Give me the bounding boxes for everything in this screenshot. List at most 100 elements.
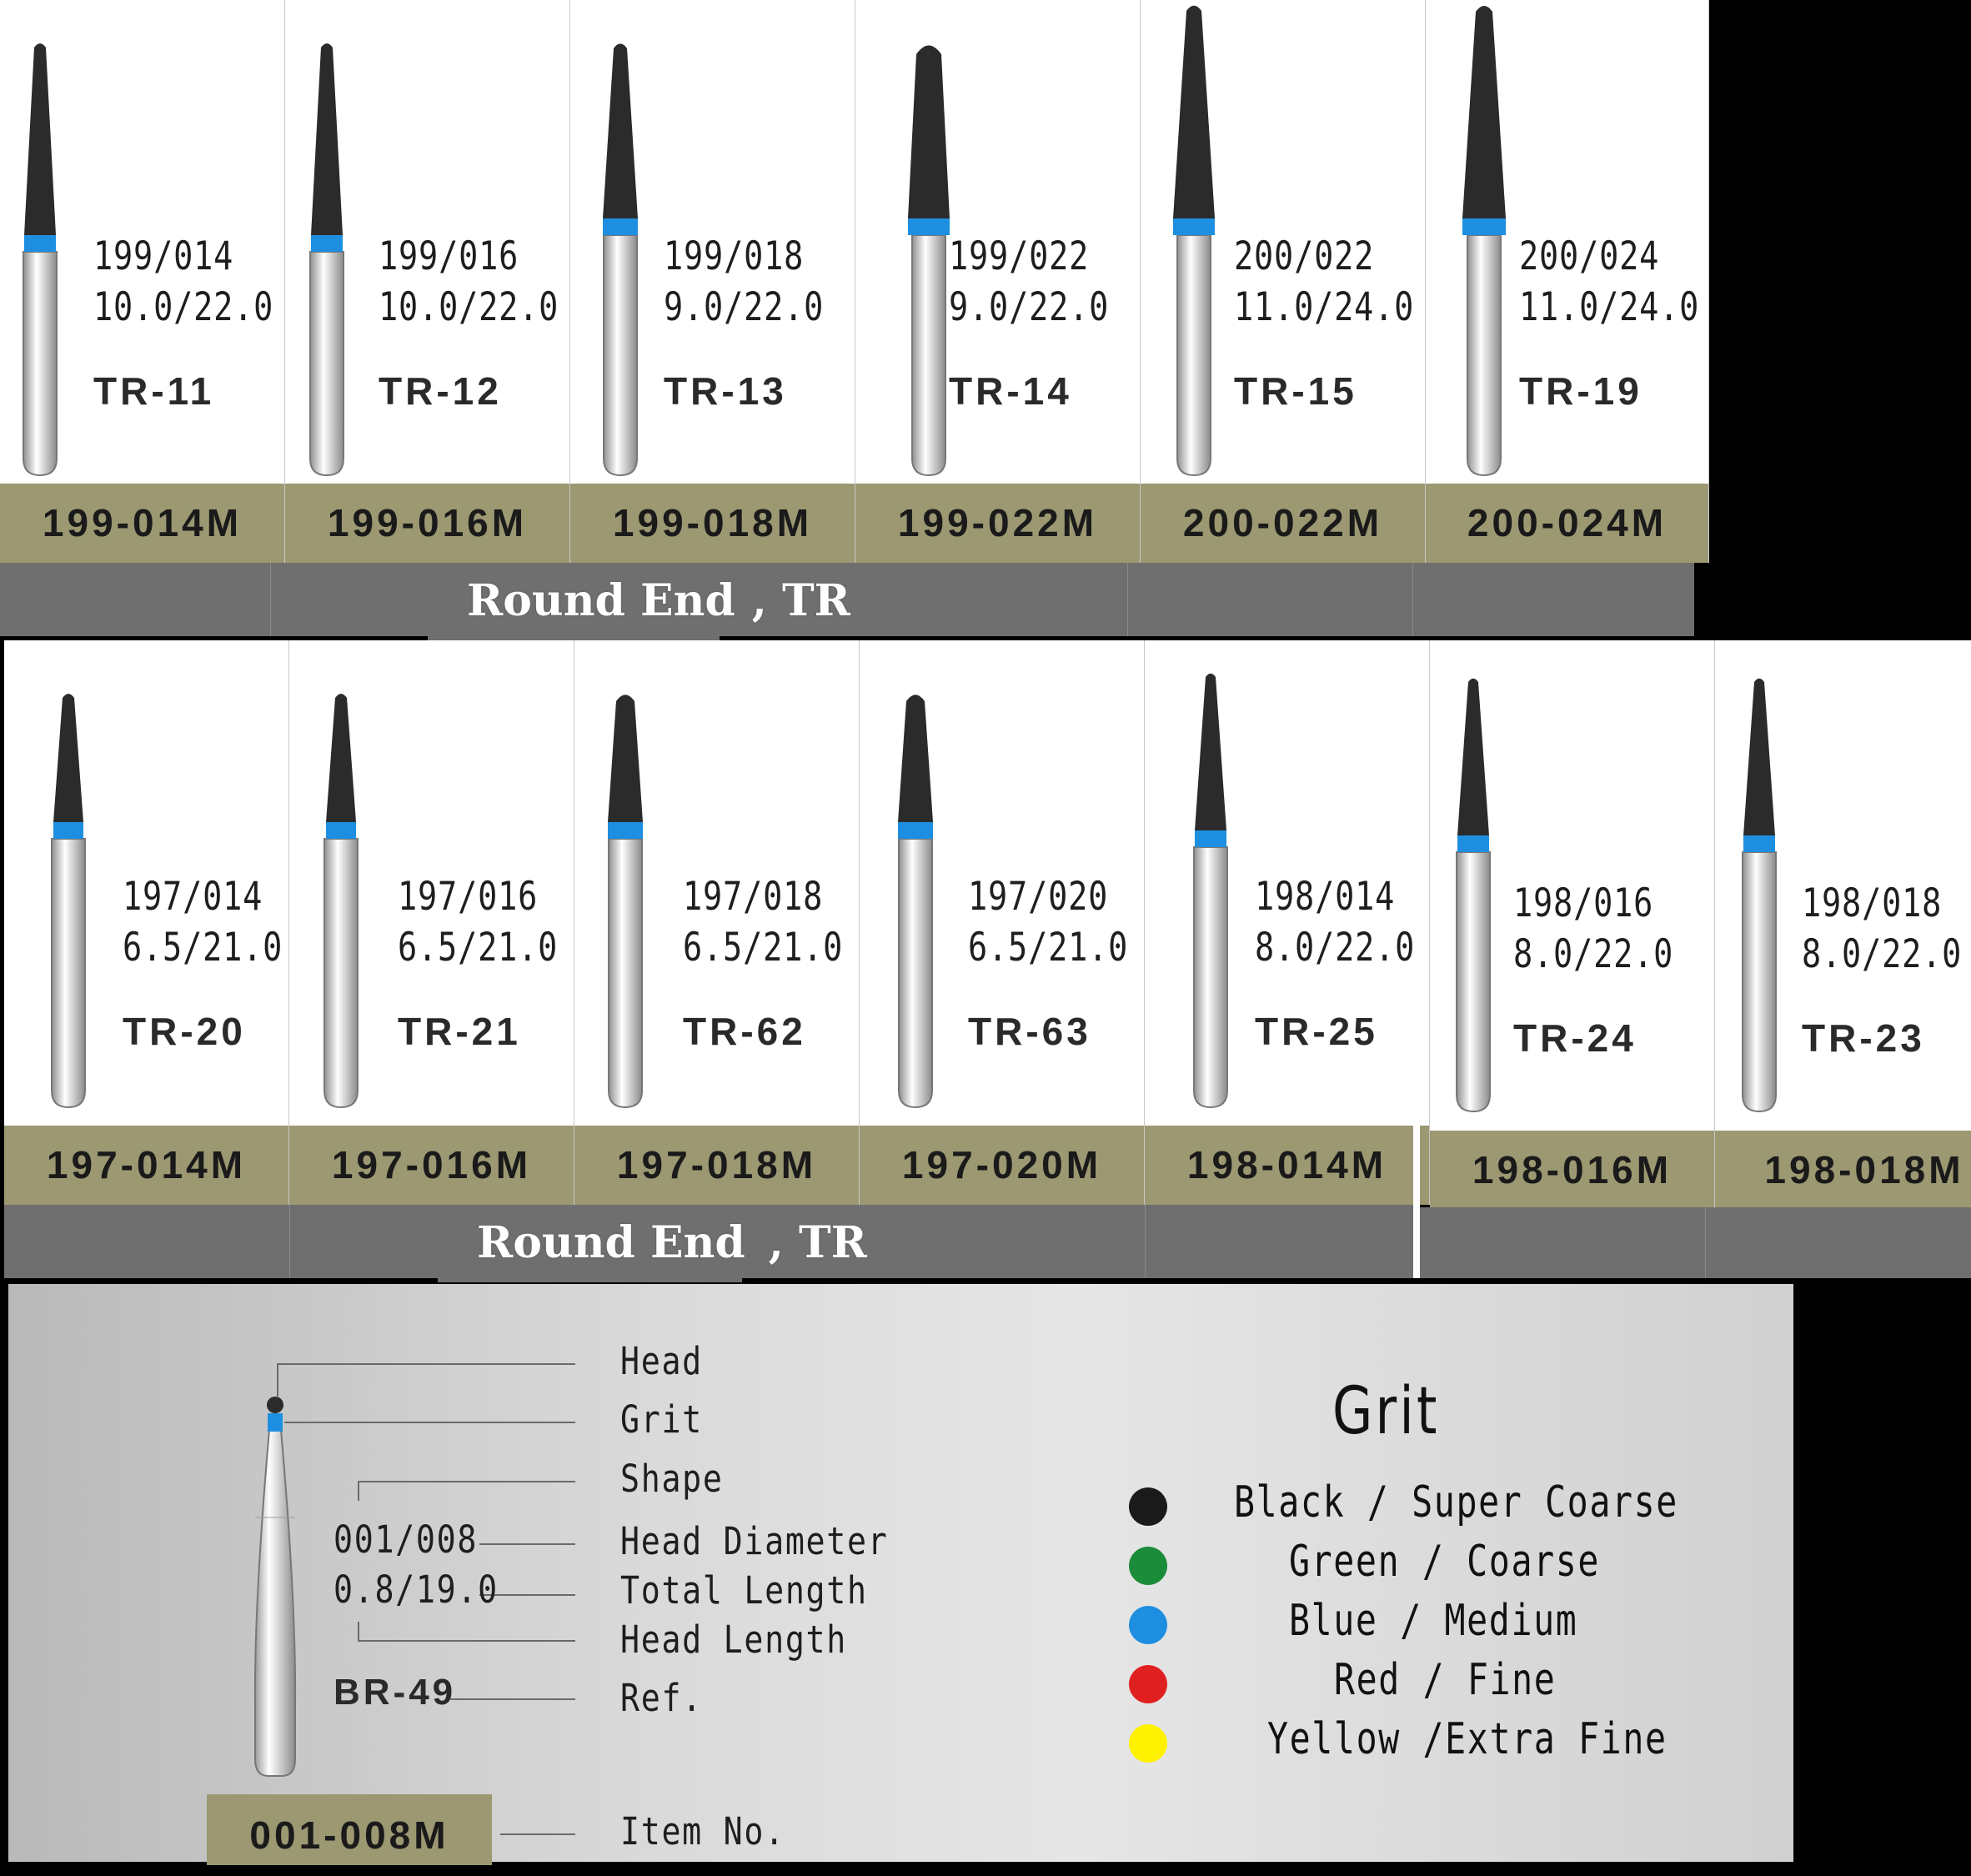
label-head-diameter: Head Diameter <box>620 1519 889 1563</box>
item-number: 197-014M <box>4 1126 289 1205</box>
reference-code: TR-19 <box>1519 369 1642 413</box>
spec-length: 9.0/22.0 <box>949 284 1110 330</box>
product-card: 198/018 8.0/22.0 TR-23 <box>1715 640 1971 1131</box>
bur-icon <box>1742 678 1777 1113</box>
item-number: 199-014M <box>0 484 285 563</box>
bur-icon <box>51 694 86 1109</box>
bur-icon <box>608 695 643 1109</box>
spec-size: 198/014 <box>1255 874 1396 920</box>
spec-length: 8.0/22.0 <box>1255 925 1416 971</box>
product-card: 200/022 11.0/24.0 TR-15 <box>1141 0 1426 484</box>
spec-size: 197/020 <box>968 874 1109 920</box>
label-total-length: Total Length <box>620 1568 868 1613</box>
label-shape: Shape <box>620 1457 724 1501</box>
grit-dot <box>1129 1665 1167 1703</box>
bur-icon <box>898 695 933 1109</box>
bur-icon <box>309 43 344 477</box>
sample-bur-icon <box>253 1363 575 1835</box>
spec-size: 198/016 <box>1513 880 1654 926</box>
spec-length: 11.0/24.0 <box>1519 284 1700 330</box>
reference-code: TR-23 <box>1802 1016 1925 1060</box>
sample-ref: BR-49 <box>334 1672 457 1713</box>
grit-label: Blue / Medium <box>1289 1596 1578 1646</box>
bur-icon <box>1462 6 1506 477</box>
spec-length: 6.5/21.0 <box>123 925 283 971</box>
reference-code: TR-21 <box>398 1010 521 1053</box>
spec-length: 10.0/22.0 <box>93 284 274 330</box>
label-ref: Ref. <box>620 1676 703 1720</box>
bur-icon <box>1193 673 1228 1109</box>
spec-length: 6.5/21.0 <box>398 925 559 971</box>
spec-length: 10.0/22.0 <box>379 284 559 330</box>
spec-length: 8.0/22.0 <box>1513 931 1674 977</box>
bur-icon <box>908 45 950 477</box>
reference-code: TR-13 <box>664 369 787 413</box>
reference-code: TR-63 <box>968 1010 1091 1053</box>
grit-label: Green / Coarse <box>1289 1537 1601 1587</box>
spec-size: 200/024 <box>1519 233 1660 279</box>
grit-label: Red / Fine <box>1334 1655 1557 1705</box>
reference-code: TR-12 <box>379 369 502 413</box>
reference-code: TR-24 <box>1513 1016 1637 1060</box>
grit-label: Black / Super Coarse <box>1234 1477 1678 1527</box>
spec-length: 9.0/22.0 <box>664 284 825 330</box>
product-card: 200/024 11.0/24.0 TR-19 <box>1426 0 1709 484</box>
reference-code: TR-14 <box>949 369 1072 413</box>
grit-title: Grit <box>1332 1374 1440 1449</box>
grit-dot <box>1129 1724 1167 1763</box>
bur-icon <box>603 43 638 477</box>
item-number: 199-016M <box>285 484 570 563</box>
spec-length: 11.0/24.0 <box>1234 284 1415 330</box>
spec-size: 197/016 <box>398 874 539 920</box>
grit-label: Yellow /Extra Fine <box>1267 1714 1668 1764</box>
sample-item-number: 001-008M <box>207 1794 492 1865</box>
item-number: 197-020M <box>860 1126 1145 1205</box>
item-number: 198-014M <box>1145 1126 1430 1205</box>
title-band-right <box>1420 1207 1971 1278</box>
product-card: 198/016 8.0/22.0 TR-24 <box>1430 640 1715 1131</box>
product-card: 197/018 6.5/21.0 TR-62 <box>574 640 860 1126</box>
item-number: 200-022M <box>1141 484 1426 563</box>
item-number: 198-016M <box>1430 1131 1715 1210</box>
item-number: 199-018M <box>570 484 855 563</box>
spec-size: 197/014 <box>123 874 263 920</box>
product-card: 198/014 8.0/22.0 TR-25 <box>1145 640 1430 1126</box>
product-card: 199/014 10.0/22.0 TR-11 <box>0 0 285 484</box>
section-title: Round End, TR <box>467 575 850 626</box>
grit-dot <box>1129 1606 1167 1644</box>
label-head-length: Head Length <box>620 1618 848 1662</box>
item-number: 197-016M <box>289 1126 574 1205</box>
product-card: 197/014 6.5/21.0 TR-20 <box>4 640 289 1126</box>
grit-dot <box>1129 1547 1167 1585</box>
bur-icon <box>1456 678 1491 1113</box>
section-title: Round End, TR <box>477 1217 867 1268</box>
spec-length: 8.0/22.0 <box>1802 931 1963 977</box>
bur-icon <box>323 694 359 1109</box>
sample-size: 001/008 <box>334 1517 479 1562</box>
reference-code: TR-20 <box>123 1010 246 1053</box>
legend-panel: 001/008 0.8/19.0 BR-49 Head Grit Shape H… <box>8 1284 1793 1862</box>
product-card: 197/016 6.5/21.0 TR-21 <box>289 640 574 1126</box>
reference-code: TR-11 <box>93 369 215 413</box>
spec-length: 6.5/21.0 <box>968 925 1129 971</box>
item-number: 200-024M <box>1426 484 1709 563</box>
item-number: 197-018M <box>574 1126 860 1205</box>
reference-code: TR-15 <box>1234 369 1357 413</box>
item-number: 198-018M <box>1715 1131 1971 1210</box>
spec-size: 198/018 <box>1802 880 1943 926</box>
reference-code: TR-62 <box>683 1010 806 1053</box>
label-grit: Grit <box>620 1397 703 1442</box>
bur-icon <box>23 43 58 477</box>
reference-code: TR-25 <box>1255 1010 1378 1053</box>
product-card: 199/016 10.0/22.0 TR-12 <box>285 0 570 484</box>
product-card: 197/020 6.5/21.0 TR-63 <box>860 640 1145 1126</box>
bur-icon <box>1173 5 1215 477</box>
spec-size: 200/022 <box>1234 233 1375 279</box>
item-number: 199-022M <box>855 484 1141 563</box>
spec-size: 199/014 <box>93 233 234 279</box>
spec-size: 199/016 <box>379 233 519 279</box>
sample-length: 0.8/19.0 <box>334 1568 499 1612</box>
product-card: 199/022 9.0/22.0 TR-14 <box>855 0 1141 484</box>
spec-size: 197/018 <box>683 874 824 920</box>
label-head: Head <box>620 1339 703 1383</box>
